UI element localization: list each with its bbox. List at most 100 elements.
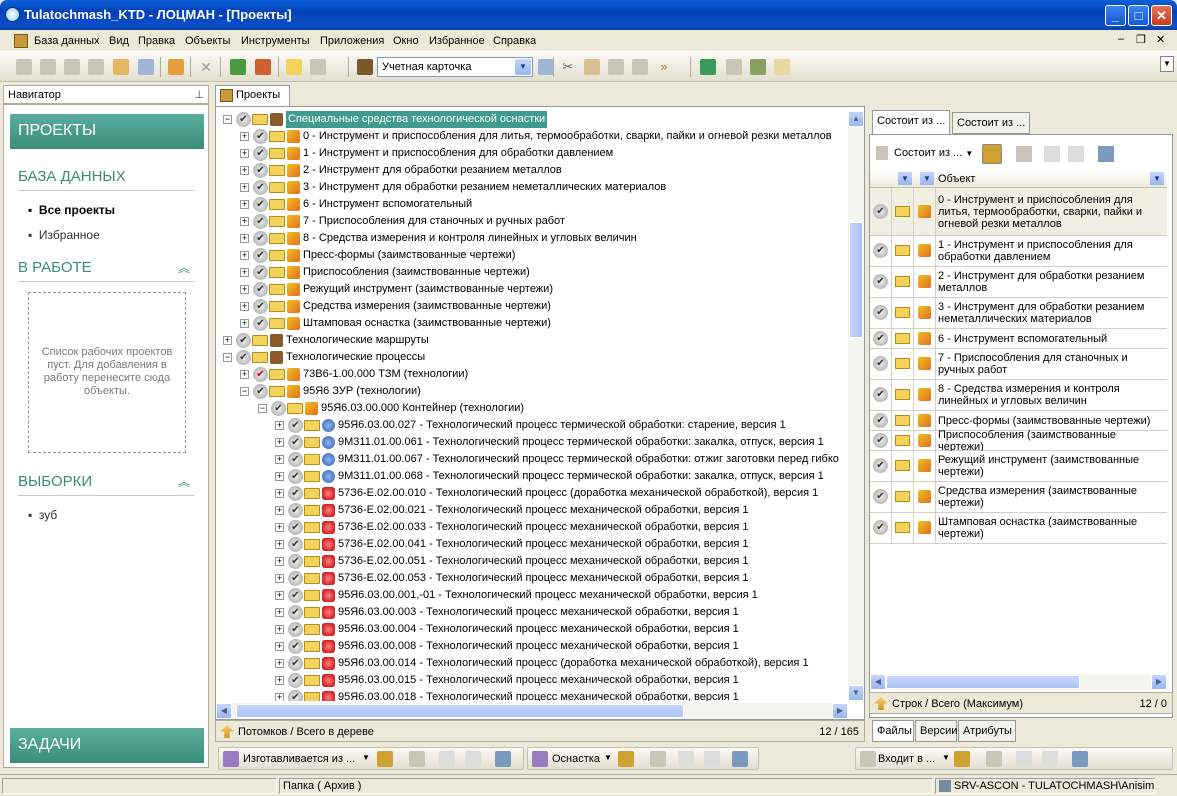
pin-icon[interactable]: ⊥ [194,88,204,101]
refresh-icon[interactable] [255,59,271,75]
menu-favorites[interactable]: Избранное [429,35,485,47]
settings-icon[interactable] [1098,146,1114,162]
grid-icon[interactable] [1016,146,1032,162]
link-icon[interactable] [632,59,648,75]
cut-icon[interactable]: ✂ [560,59,576,75]
menu-window[interactable]: Окно [393,35,419,47]
grid-icon[interactable] [650,751,666,767]
tab-versions[interactable]: Версии [915,720,957,742]
tree-row[interactable]: + ✔ 95Я6.03.00.003 - Технологический проце… [216,604,848,621]
menu-objects[interactable]: Объекты [185,35,230,47]
expand-icon[interactable]: + [275,676,284,685]
expand-icon[interactable]: + [275,608,284,617]
tree-row[interactable]: + ✔ 7 - Приспособления для станочных и руч… [216,213,848,230]
tree-row[interactable]: + ✔ 95Я6.03.00.008 - Технологический проце… [216,638,848,655]
versions-icon[interactable] [726,59,742,75]
expand-icon[interactable]: + [275,574,284,583]
forward-icon[interactable] [310,59,326,75]
expand-icon[interactable]: + [240,370,249,379]
minimize-button[interactable]: _ [1105,5,1126,26]
collapse-icon[interactable]: − [223,353,232,362]
tree-row[interactable]: + ✔ Приспособления (заимствованные чертежи… [216,264,848,281]
expand-icon[interactable]: + [240,319,249,328]
tree-row[interactable]: + ✔ 2 - Инструмент для обработки резанием … [216,162,848,179]
tree-row[interactable]: + ✔ Средства измерения (заимствованные чер… [216,298,848,315]
properties-icon[interactable] [138,59,154,75]
delete-icon[interactable]: ✕ [198,59,214,75]
grid-row[interactable]: ✔ 2 - Инструмент для обработки резанием м… [870,267,1167,298]
report-icon[interactable] [168,59,184,75]
tree-row[interactable]: + ✔ 95Я6.03.00.014 - Технологический проце… [216,655,848,672]
up-icon[interactable] [439,751,455,767]
maximize-button[interactable]: □ [1128,5,1149,26]
enters-dropdown[interactable]: Входит в ... [878,753,935,765]
chevron-down-icon[interactable]: ▼ [362,753,370,762]
scroll-left-icon[interactable]: ◀ [870,674,886,690]
inwork-dropzone[interactable]: Список рабочих проектов пуст. Для добавл… [28,292,186,453]
tree-row[interactable]: + ✔ 8 - Средства измерения и контроля лине… [216,230,848,247]
col-filter-icon[interactable]: ▼ [898,172,912,185]
card-settings-icon[interactable] [538,59,554,75]
menu-view[interactable]: Вид [109,35,129,47]
tree-row[interactable]: + ✔ 57З6-Е.02.00.041 - Технологический про… [216,536,848,553]
collapse-up-icon[interactable]: ︽ [178,473,190,490]
scroll-left-icon[interactable]: ◀ [216,703,232,719]
tab-projects[interactable]: Проекты [215,85,290,106]
tree-row[interactable]: + ✔ 9М311.01.00.067 - Технологический проц… [216,451,848,468]
lifecycle-icon[interactable] [750,59,766,75]
collapse-icon[interactable]: − [240,387,249,396]
open-icon[interactable] [377,751,393,767]
up-arrow-icon[interactable] [874,697,888,710]
expand-icon[interactable]: + [223,336,232,345]
expand-icon[interactable]: + [240,166,249,175]
copy-icon[interactable] [16,59,32,75]
checkin-icon[interactable] [700,59,716,75]
tree-row[interactable]: + ✔ 3 - Инструмент для обработки резанием … [216,179,848,196]
grid-row[interactable]: ✔ Приспособления (заимствованные чертежи) [870,429,1167,453]
close-button[interactable]: ✕ [1151,5,1172,26]
scroll-right-icon[interactable]: ▶ [1151,674,1167,690]
tree-row[interactable]: + ✔ 6 - Инструмент вспомогательный [216,196,848,213]
mdi-restore-icon[interactable]: ❐ [1136,33,1146,46]
menu-tools[interactable]: Инструменты [241,35,310,47]
tree-row[interactable]: + ✔ 57З6-Е.02.00.021 - Технологический про… [216,502,848,519]
card-select[interactable]: Учетная карточка ▼ [377,57,533,77]
tree-row[interactable]: + ✔ Пресс-формы (заимствованные чертежи) [216,247,848,264]
settings-icon[interactable] [495,751,511,767]
grid-icon[interactable] [986,751,1002,767]
paste-icon[interactable] [40,59,56,75]
up-arrow-icon[interactable] [220,725,234,738]
down-icon[interactable] [704,751,720,767]
tab-consists-of-2[interactable]: Состоит из ... [952,112,1030,134]
expand-icon[interactable]: + [275,438,284,447]
tree-row[interactable]: + ✔ 95Я6.03.00.004 - Технологический проце… [216,621,848,638]
tree-row[interactable]: + ✔ 57З6-Е.02.00.053 - Технологический про… [216,570,848,587]
menu-edit[interactable]: Правка [138,35,175,47]
expand-icon[interactable]: + [240,217,249,226]
grid-row[interactable]: ✔ 7 - Приспособления для станочных и ручн… [870,349,1167,380]
edit-icon[interactable] [113,59,129,75]
tree-hscroll-thumb[interactable] [236,704,684,718]
tree-row[interactable]: + ✔ Технологические маршруты [216,332,848,349]
duplicate-icon[interactable] [64,59,80,75]
down-icon[interactable] [1068,146,1084,162]
nav-favorites[interactable]: ▪ Избранное [28,228,100,242]
tasks-band[interactable]: ЗАДАЧИ [10,728,204,763]
tree-row[interactable]: + ✔ 95Я6.03.00.015 - Технологический проце… [216,672,848,689]
open-icon[interactable] [982,144,1002,164]
made-from-dropdown[interactable]: Изготавливается из ... [243,753,355,765]
expand-icon[interactable]: + [275,557,284,566]
grid-row[interactable]: ✔ 1 - Инструмент и приспособления для обр… [870,236,1167,267]
expand-icon[interactable]: + [240,183,249,192]
tree-row[interactable]: + ✔ 95Я6.03.00.018 - Технологический проце… [216,689,848,701]
expand-icon[interactable]: + [275,659,284,668]
expand-icon[interactable]: + [275,693,284,701]
panel-menu-icon[interactable]: ▼ [1160,56,1174,72]
expand-icon[interactable]: + [240,285,249,294]
tree-vertical-scrollbar[interactable]: ▲ ▼ [848,111,864,701]
down-icon[interactable] [465,751,481,767]
settings-icon[interactable] [1072,751,1088,767]
app-icon[interactable] [5,7,20,22]
selections-heading[interactable]: ВЫБОРКИ ︽ [18,473,194,496]
collapse-icon[interactable]: » [656,59,672,75]
